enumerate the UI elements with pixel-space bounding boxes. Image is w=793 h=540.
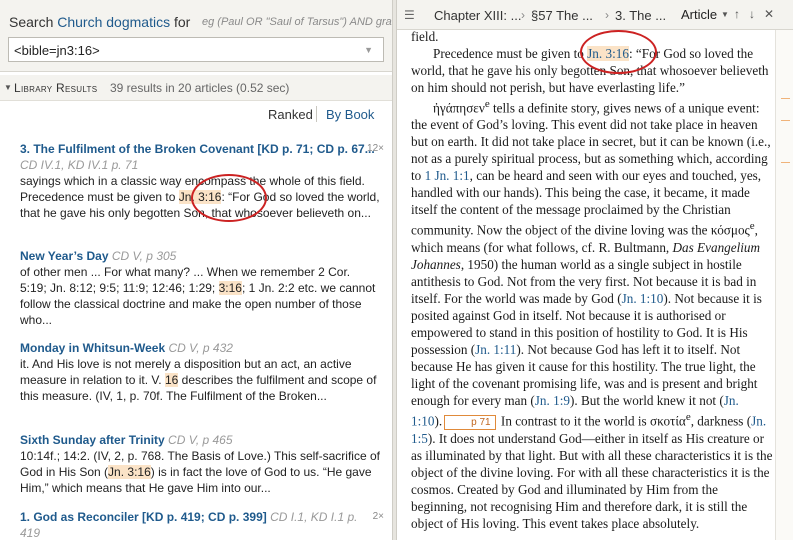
breadcrumb-separator-icon: › (605, 8, 609, 22)
result-title-line: 1. God as Reconciler [KD p. 419; CD p. 3… (20, 509, 380, 540)
vertical-scrollbar[interactable] (775, 30, 793, 540)
search-box[interactable]: ▼ (8, 37, 384, 62)
search-hit[interactable]: Jn. 3:16 (178, 190, 222, 204)
panel-menu-icon[interactable]: ☰ (404, 8, 415, 22)
text-fragment: field. (411, 29, 439, 44)
result-item[interactable]: Sixth Sunday after Trinity CD V, p 465 1… (20, 432, 380, 496)
breadcrumb-section[interactable]: §57 The ... (531, 8, 593, 23)
hit-count: 2× (372, 511, 384, 522)
result-title-line: Sixth Sunday after Trinity CD V, p 465 (20, 432, 380, 448)
result-title-link[interactable]: 3. The Fulfilment of the Broken Covenant… (20, 142, 375, 156)
bible-reference[interactable]: 1 Jn. 1:1 (425, 168, 470, 183)
result-title-line: 3. The Fulfilment of the Broken Covenant… (20, 141, 380, 173)
result-source: CD V, p 432 (168, 341, 233, 355)
hit-marker (781, 98, 790, 99)
breadcrumb-subsection[interactable]: 3. The ... (615, 8, 666, 23)
arrow-up-icon[interactable]: ↑ (734, 7, 740, 21)
bible-reference[interactable]: Jn. 1:9 (535, 393, 570, 408)
search-hit[interactable]: 3:16 (218, 281, 242, 295)
view-mode-dropdown[interactable]: Article (681, 7, 717, 22)
result-item[interactable]: 3. The Fulfilment of the Broken Covenant… (20, 141, 380, 221)
result-source: CD V, p 305 (111, 249, 177, 263)
result-item[interactable]: New Year’s Day CD V, p 305 of other men … (20, 248, 380, 328)
breadcrumb-chapter[interactable]: Chapter XIII: ... (434, 8, 521, 23)
bible-reference[interactable]: Jn. 1:10 (622, 291, 664, 306)
hit-count: 12× (367, 143, 384, 154)
sort-ranked-option[interactable]: Ranked (268, 107, 313, 122)
result-title-link[interactable]: 1. God as Reconciler [KD p. 419; CD p. 3… (20, 510, 267, 524)
search-hint: eg (Paul OR "Saul of Tarsus") AND grace (202, 16, 404, 28)
search-input[interactable] (14, 42, 354, 58)
paragraph: Precedence must be given to Jn. 3:16: “F… (411, 46, 769, 95)
reader-pane: ☰ Chapter XIII: ... › §57 The ... › 3. T… (397, 0, 793, 540)
article-text: field. Precedence must be given to Jn. 3… (411, 28, 773, 532)
result-snippet: it. And His love is not merely a disposi… (20, 357, 377, 403)
breadcrumb-separator-icon: › (521, 8, 525, 22)
search-hit[interactable]: 16 (164, 373, 179, 387)
hit-marker (781, 162, 790, 163)
sort-divider (316, 106, 317, 122)
search-hit[interactable]: Jn. 3:16 (108, 465, 151, 479)
collapse-triangle-icon[interactable]: ▼ (4, 83, 12, 92)
arrow-down-icon[interactable]: ↓ (749, 7, 755, 21)
result-title-link[interactable]: New Year’s Day (20, 249, 109, 263)
result-item[interactable]: 1. God as Reconciler [KD p. 419; CD p. 3… (20, 509, 380, 540)
result-snippet: 10:14f.; 14:2. (IV, 2, p. 768. The Basis… (20, 449, 380, 495)
page-marker[interactable]: p 71 (444, 415, 496, 431)
hit-marker (781, 120, 790, 121)
search-prefix: Search (9, 14, 54, 30)
sort-by-book-link[interactable]: By Book (326, 107, 374, 122)
search-label: Search Church dogmatics for (9, 14, 190, 30)
search-pane: Search Church dogmatics for eg (Paul OR … (0, 0, 403, 540)
result-source: CD V, p 465 (168, 433, 233, 447)
result-title-line: Monday in Whitsun-Week CD V, p 432 (20, 340, 380, 356)
bible-reference[interactable]: Jn. 3:16 (587, 46, 629, 61)
reader-toolbar: ☰ Chapter XIII: ... › §57 The ... › 3. T… (397, 0, 793, 30)
result-title-link[interactable]: Sixth Sunday after Trinity (20, 433, 165, 447)
library-results-header[interactable]: ▼ Library Results 39 results in 20 artic… (0, 75, 392, 101)
search-for: for (173, 14, 191, 30)
close-icon[interactable]: ✕ (764, 7, 774, 21)
resource-link[interactable]: Church dogmatics (57, 14, 170, 30)
result-source: CD IV.1, KD IV.1 p. 71 (20, 158, 139, 172)
bible-reference[interactable]: Jn. 1:11 (475, 342, 516, 357)
result-item[interactable]: Monday in Whitsun-Week CD V, p 432 it. A… (20, 340, 380, 404)
history-dropdown-icon[interactable]: ▼ (364, 45, 373, 55)
result-snippet: of other men ... For what many? ... When… (20, 265, 376, 327)
result-title-link[interactable]: Monday in Whitsun-Week (20, 341, 165, 355)
chevron-down-icon[interactable]: ▼ (721, 10, 729, 19)
greek-word[interactable]: ἠγάπησεν (433, 100, 485, 115)
result-title-line: New Year’s Day CD V, p 305 (20, 248, 380, 264)
result-snippet: sayings which in a classic way encompass… (20, 174, 380, 220)
paragraph: ἠγάπησενe tells a definite story, gives … (411, 98, 773, 532)
results-title: Library Results (14, 81, 98, 95)
search-header: Search Church dogmatics for eg (Paul OR … (0, 0, 403, 72)
results-count: 39 results in 20 articles (0.52 sec) (110, 81, 290, 95)
